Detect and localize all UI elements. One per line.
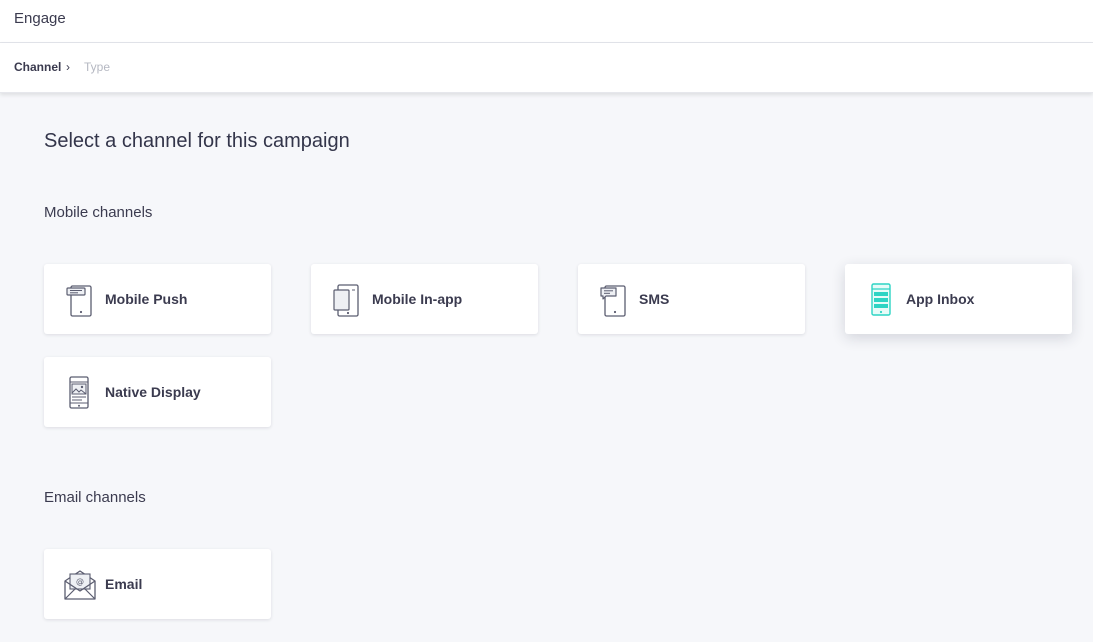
channel-label: Native Display xyxy=(105,384,201,400)
app-title: Engage xyxy=(14,10,66,27)
breadcrumb-channel[interactable]: Channel xyxy=(14,60,61,74)
page-title: Select a channel for this campaign xyxy=(44,130,350,152)
native-display-icon xyxy=(69,376,89,409)
channel-label: Mobile In-app xyxy=(372,291,463,307)
section-heading-mobile: Mobile channels xyxy=(44,204,153,221)
channel-card-native-display[interactable]: Native Display xyxy=(44,357,271,427)
channel-label: Mobile Push xyxy=(105,291,188,307)
email-icon: @ xyxy=(64,570,96,600)
top-bar: Engage xyxy=(0,0,1093,43)
app-inbox-icon xyxy=(871,283,891,316)
channel-card-app-inbox[interactable]: App Inbox xyxy=(845,264,1072,334)
channel-card-sms[interactable]: SMS xyxy=(578,264,805,334)
channel-label: SMS xyxy=(639,291,670,307)
channel-card-email[interactable]: @ Email xyxy=(44,549,271,619)
section-heading-email: Email channels xyxy=(44,489,146,506)
channel-label: Email xyxy=(105,576,143,592)
svg-text:@: @ xyxy=(76,577,84,586)
channel-label: App Inbox xyxy=(906,291,975,307)
breadcrumb: Channel › Type xyxy=(0,43,1093,93)
breadcrumb-type: Type xyxy=(84,60,111,74)
channel-card-mobile-in-app[interactable]: Mobile In-app xyxy=(311,264,538,334)
breadcrumb-separator: › xyxy=(66,60,70,74)
mobile-push-icon xyxy=(66,285,92,317)
sms-icon xyxy=(600,285,626,317)
mobile-in-app-icon xyxy=(333,284,359,317)
channel-card-mobile-push[interactable]: Mobile Push xyxy=(44,264,271,334)
